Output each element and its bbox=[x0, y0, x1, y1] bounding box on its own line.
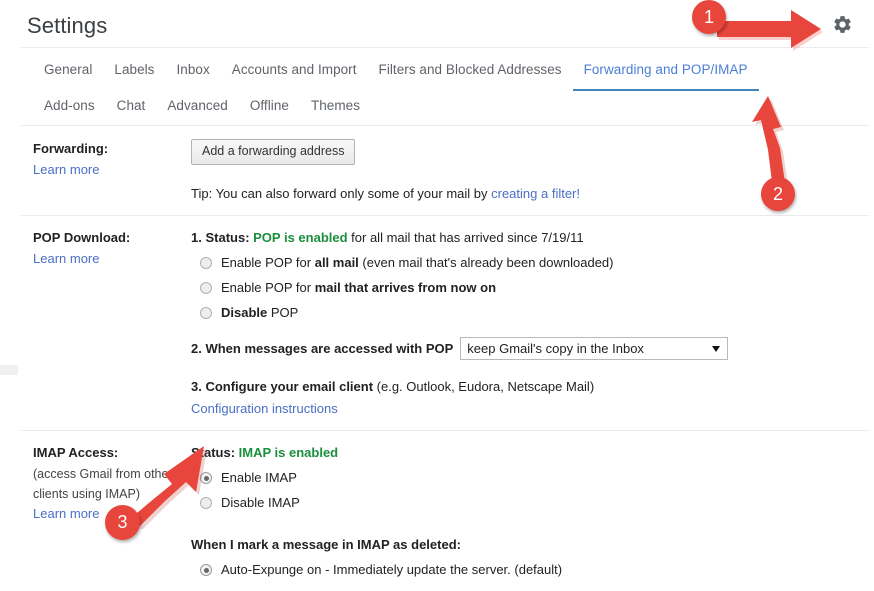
forwarding-learn-more-link[interactable]: Learn more bbox=[33, 162, 99, 177]
tabs-row-2: Add-ons Chat Advanced Offline Themes bbox=[0, 88, 874, 122]
pop-step2: 2. When messages are accessed with POP k… bbox=[191, 337, 869, 360]
pop-step3-heading: 3. Configure your email client bbox=[191, 379, 374, 394]
imap-status-label: Status: bbox=[191, 445, 239, 460]
imap-status-value: IMAP is enabled bbox=[238, 445, 339, 460]
forwarding-tip-text: Tip: You can also forward only some of y… bbox=[191, 186, 492, 201]
imap-note-line-1: (access Gmail from other bbox=[33, 467, 173, 481]
configuration-instructions-link[interactable]: Configuration instructions bbox=[191, 399, 869, 419]
tab-chat[interactable]: Chat bbox=[106, 88, 157, 123]
pop-status-value: POP is enabled bbox=[253, 230, 348, 245]
disable-imap-label: Disable IMAP bbox=[221, 495, 300, 510]
section-pop-download: POP Download: Learn more 1. Status: POP … bbox=[21, 216, 869, 431]
enable-imap-label: Enable IMAP bbox=[221, 470, 297, 485]
pop-learn-more-link[interactable]: Learn more bbox=[33, 251, 99, 266]
settings-content: Forwarding: Learn more Add a forwarding … bbox=[0, 127, 874, 591]
pop-step2-label: 2. When messages are accessed with POP bbox=[191, 340, 454, 356]
imap-access-label: IMAP Access: bbox=[33, 445, 119, 460]
pop-option-all-mail[interactable]: Enable POP for all mail (even mail that'… bbox=[191, 253, 869, 273]
auto-expunge-on-label: Auto-Expunge on - Immediately update the… bbox=[221, 562, 563, 577]
pop-step3-examples: (e.g. Outlook, Eudora, Netscape Mail) bbox=[373, 379, 595, 394]
pop-download-label: POP Download: bbox=[33, 230, 131, 245]
pop-disable-label: Disable POP bbox=[221, 305, 299, 320]
header-divider bbox=[21, 47, 869, 48]
page-header: Settings bbox=[0, 0, 874, 52]
imap-body: Status: IMAP is enabled Enable IMAP Disa… bbox=[191, 443, 869, 580]
auto-expunge-on-radio[interactable] bbox=[200, 564, 212, 576]
imap-option-enable[interactable]: Enable IMAP bbox=[191, 468, 869, 488]
tab-advanced[interactable]: Advanced bbox=[156, 88, 238, 123]
forwarding-label-group: Forwarding: Learn more bbox=[21, 139, 191, 204]
creating-a-filter-link[interactable]: creating a filter! bbox=[491, 186, 580, 201]
imap-option-disable[interactable]: Disable IMAP bbox=[191, 493, 869, 513]
settings-gear-button[interactable] bbox=[829, 11, 855, 37]
imap-status-line: Status: IMAP is enabled bbox=[191, 443, 869, 463]
enable-imap-radio[interactable] bbox=[200, 472, 212, 484]
pop-label-group: POP Download: Learn more bbox=[21, 228, 191, 419]
tab-labels[interactable]: Labels bbox=[103, 52, 165, 87]
settings-page: Settings General Labels Inbox Accounts a… bbox=[0, 0, 874, 577]
pop-option-disable[interactable]: Disable POP bbox=[191, 303, 869, 323]
tab-filters-and-blocked-addresses[interactable]: Filters and Blocked Addresses bbox=[368, 52, 573, 87]
pop-status-line: 1. Status: POP is enabled for all mail t… bbox=[191, 228, 869, 248]
pop-step3: 3. Configure your email client (e.g. Out… bbox=[191, 377, 869, 419]
pop-all-mail-radio[interactable] bbox=[200, 257, 212, 269]
pop-from-now-on-radio[interactable] bbox=[200, 282, 212, 294]
imap-option-auto-expunge-on[interactable]: Auto-Expunge on - Immediately update the… bbox=[191, 560, 869, 580]
tab-add-ons[interactable]: Add-ons bbox=[33, 88, 106, 123]
pop-option-from-now-on[interactable]: Enable POP for mail that arrives from no… bbox=[191, 278, 869, 298]
section-forwarding: Forwarding: Learn more Add a forwarding … bbox=[21, 127, 869, 216]
forwarding-label: Forwarding: bbox=[33, 141, 109, 156]
tabs-row-1: General Labels Inbox Accounts and Import… bbox=[0, 52, 874, 91]
tab-forwarding-and-pop-imap[interactable]: Forwarding and POP/IMAP bbox=[572, 52, 759, 91]
section-imap-access: IMAP Access: (access Gmail from other cl… bbox=[21, 431, 869, 591]
pop-status-label: Status: bbox=[205, 230, 254, 245]
imap-note-line-2: clients using IMAP) bbox=[33, 487, 140, 501]
chevron-down-icon bbox=[712, 345, 721, 352]
tab-offline[interactable]: Offline bbox=[239, 88, 300, 123]
gear-icon bbox=[832, 14, 853, 35]
pop-disable-radio[interactable] bbox=[200, 307, 212, 319]
add-forwarding-address-button[interactable]: Add a forwarding address bbox=[191, 139, 356, 165]
pop-all-mail-label: Enable POP for all mail (even mail that'… bbox=[221, 255, 614, 270]
disable-imap-radio[interactable] bbox=[200, 497, 212, 509]
pop-status-suffix: for all mail that has arrived since 7/19… bbox=[347, 230, 584, 245]
pop-access-action-select[interactable]: keep Gmail's copy in the Inbox bbox=[460, 337, 729, 360]
tab-general[interactable]: General bbox=[33, 52, 103, 87]
tabs-divider bbox=[21, 125, 869, 126]
pop-step1-number: 1. bbox=[191, 230, 206, 245]
pop-access-action-value: keep Gmail's copy in the Inbox bbox=[467, 340, 644, 356]
imap-label-group: IMAP Access: (access Gmail from other cl… bbox=[21, 443, 191, 580]
forwarding-tip: Tip: You can also forward only some of y… bbox=[191, 184, 869, 204]
left-edge-artifact bbox=[0, 365, 18, 375]
tab-themes[interactable]: Themes bbox=[300, 88, 371, 123]
tab-inbox[interactable]: Inbox bbox=[165, 52, 220, 87]
page-title: Settings bbox=[27, 13, 108, 38]
pop-from-now-on-label: Enable POP for mail that arrives from no… bbox=[221, 280, 497, 295]
imap-delete-heading: When I mark a message in IMAP as deleted… bbox=[191, 537, 461, 552]
tab-accounts-and-import[interactable]: Accounts and Import bbox=[221, 52, 368, 87]
forwarding-body: Add a forwarding address Tip: You can al… bbox=[191, 139, 869, 204]
settings-tabs: General Labels Inbox Accounts and Import… bbox=[0, 52, 874, 126]
pop-body: 1. Status: POP is enabled for all mail t… bbox=[191, 228, 869, 419]
imap-learn-more-link[interactable]: Learn more bbox=[33, 506, 99, 521]
